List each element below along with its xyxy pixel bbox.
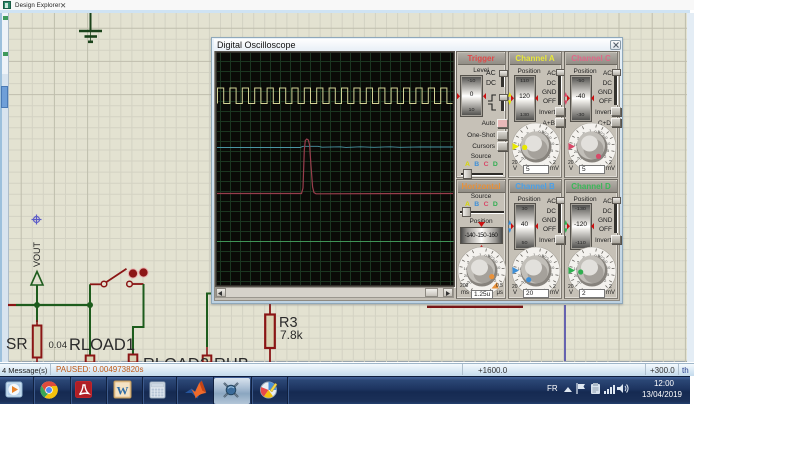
svg-text:W: W xyxy=(117,384,129,398)
